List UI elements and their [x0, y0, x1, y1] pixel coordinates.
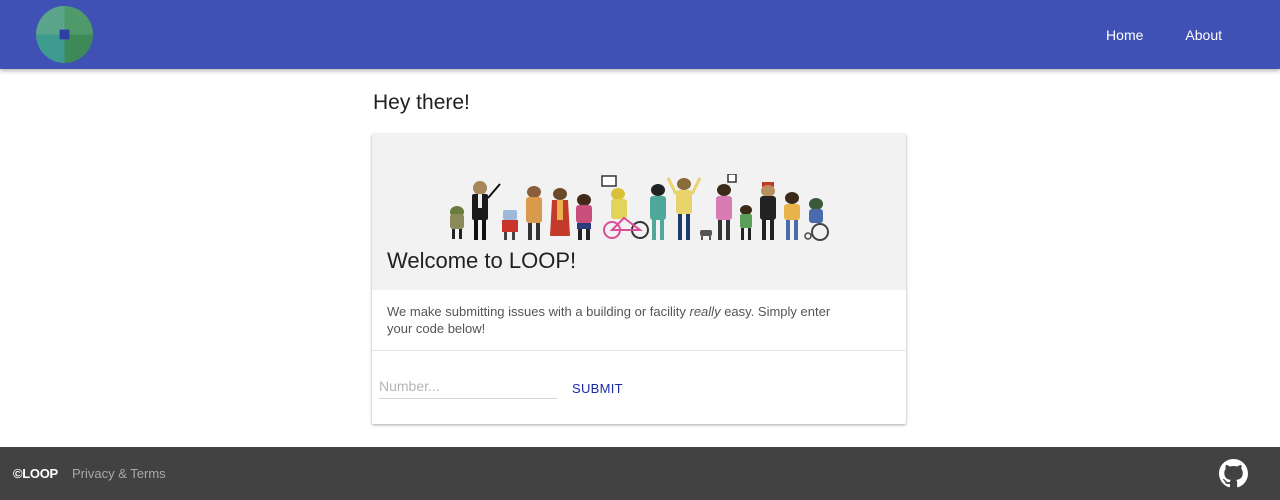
- nav-about-link[interactable]: About: [1185, 27, 1222, 43]
- loop-logo-icon[interactable]: [35, 5, 94, 64]
- privacy-terms-link[interactable]: Privacy & Terms: [72, 466, 166, 481]
- copyright-text: ©LOOP: [13, 466, 58, 481]
- card-divider: [372, 350, 906, 351]
- android-characters-illustration: [450, 174, 829, 241]
- submit-button[interactable]: SUBMIT: [563, 375, 632, 401]
- nav-home-link[interactable]: Home: [1106, 27, 1143, 43]
- card-media: Welcome to LOOP!: [372, 134, 906, 290]
- welcome-card: Welcome to LOOP! We make submitting issu…: [372, 134, 906, 424]
- card-description: We make submitting issues with a buildin…: [387, 304, 831, 336]
- github-icon[interactable]: [1219, 459, 1248, 488]
- code-number-input[interactable]: [379, 374, 557, 399]
- top-nav: Home About: [1106, 0, 1280, 69]
- app-footer: ©LOOP Privacy & Terms: [0, 447, 1280, 500]
- card-title: Welcome to LOOP!: [387, 248, 577, 273]
- app-header: Home About: [0, 0, 1280, 69]
- page-greeting: Hey there!: [373, 91, 470, 114]
